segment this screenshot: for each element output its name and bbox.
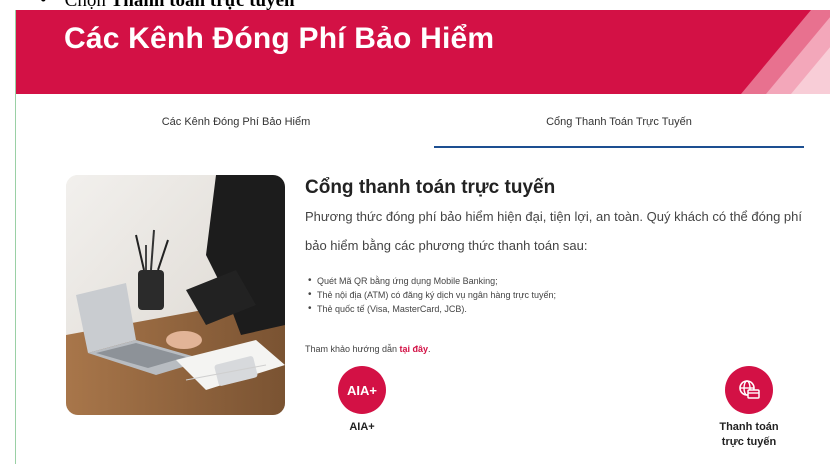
document-instruction-line: • Chọn Thanh toán trực tuyến <box>40 0 295 10</box>
online-label-line-2: trực tuyến <box>721 436 777 448</box>
reference-link[interactable]: tại đây <box>399 344 428 354</box>
online-payment-label: Thanh toán trực tuyến <box>719 420 778 450</box>
reference-text: Tham khảo hướng dẫn tại đây. <box>305 344 825 354</box>
channel-aia-plus[interactable]: AIA+ AIA+ <box>327 366 397 435</box>
aia-plus-label: AIA+ <box>349 421 375 433</box>
section-heading: Cổng thanh toán trực tuyến <box>305 177 556 198</box>
laptop-photo <box>66 175 285 415</box>
reference-prefix: Tham khảo hướng dẫn <box>305 344 400 354</box>
active-tab-indicator <box>434 146 804 148</box>
page-banner: Các Kênh Đóng Phí Bảo Hiểm <box>16 10 830 94</box>
aia-plus-icon: AIA+ <box>338 366 386 414</box>
channel-online-payment[interactable]: Thanh toán trực tuyến <box>704 366 794 450</box>
tab-online-gateway[interactable]: Cổng Thanh Toán Trực Tuyến <box>434 94 804 150</box>
banner-title: Các Kênh Đóng Phí Bảo Hiểm <box>64 22 495 55</box>
banner-decoration-icon <box>741 10 830 94</box>
list-item: Thẻ quốc tế (Visa, MasterCard, JCB). <box>308 302 825 316</box>
screenshot-frame: Các Kênh Đóng Phí Bảo Hiểm Các Kênh Đóng… <box>15 10 830 464</box>
section-description: Phương thức đóng phí bảo hiểm hiện đại, … <box>305 209 803 253</box>
globe-card-icon <box>725 366 773 414</box>
laptop-illustration-icon <box>66 175 285 415</box>
payment-methods-list: Quét Mã QR bằng ứng dụng Mobile Banking;… <box>305 274 825 316</box>
reference-end: . <box>428 344 431 354</box>
tab-channels[interactable]: Các Kênh Đóng Phí Bảo Hiểm <box>56 94 416 150</box>
list-item: Quét Mã QR bằng ứng dụng Mobile Banking; <box>308 274 825 288</box>
tab-bar: Các Kênh Đóng Phí Bảo Hiểm Cổng Thanh To… <box>16 94 830 150</box>
aia-plus-icon-text: AIA+ <box>347 382 377 398</box>
online-label-line-1: Thanh toán <box>719 421 779 433</box>
gateway-content: Cổng thanh toán trực tuyến Phương thức đ… <box>305 176 825 354</box>
list-item: Thẻ nội địa (ATM) có đăng ký dịch vụ ngâ… <box>308 288 825 302</box>
globe-card-svg-icon <box>739 380 760 399</box>
